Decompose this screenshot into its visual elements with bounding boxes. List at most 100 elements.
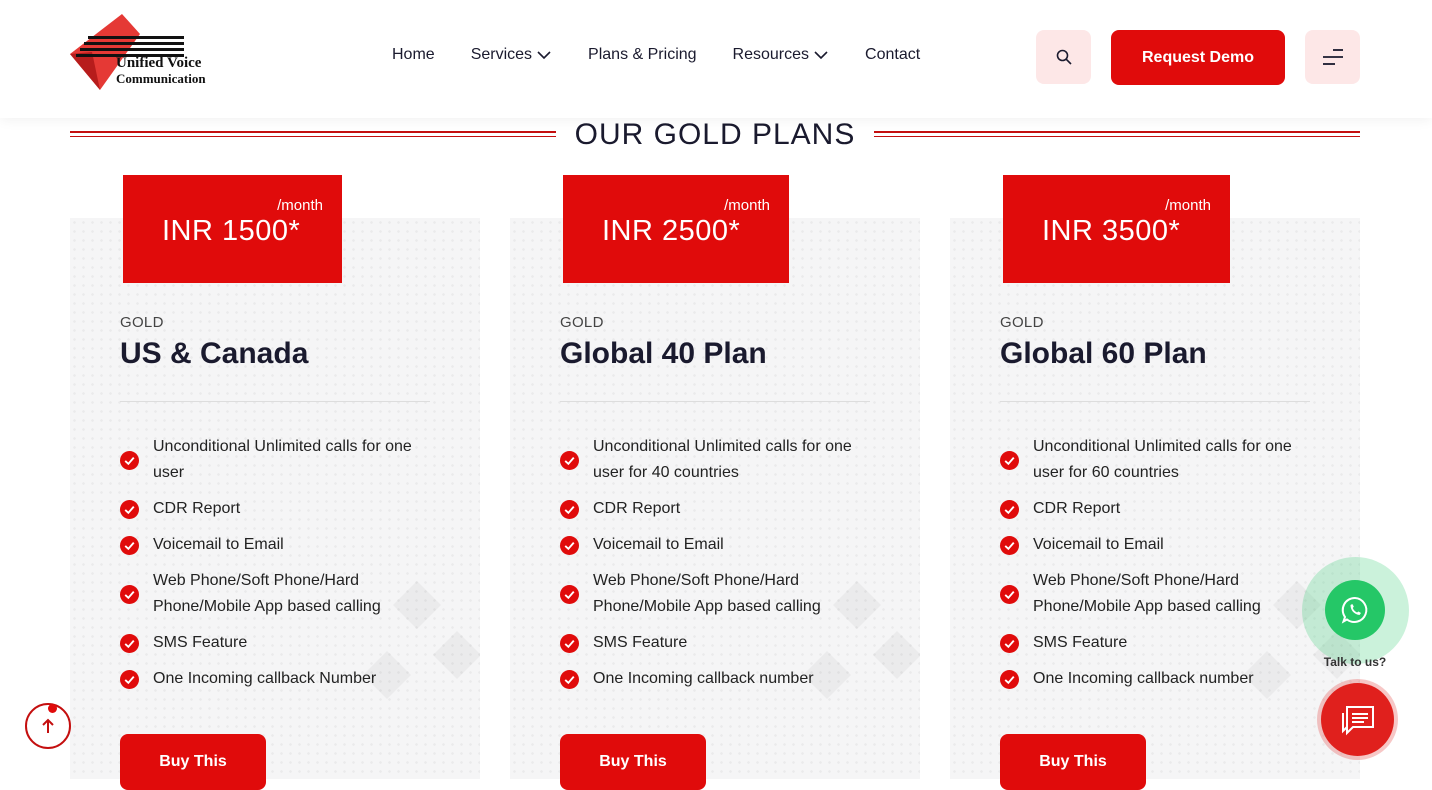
feature-text: Unconditional Unlimited calls for one us… xyxy=(153,438,412,481)
price-period: /month xyxy=(1165,197,1211,214)
nav-label: Home xyxy=(392,46,435,63)
feature-text: SMS Feature xyxy=(1033,634,1128,651)
plan-name: US & Canada xyxy=(120,337,309,370)
feature-item: Voicemail to Email xyxy=(1000,532,1320,558)
price-box: /month INR 1500* xyxy=(123,175,342,283)
chat-button[interactable] xyxy=(1321,683,1394,756)
feature-text: Web Phone/Soft Phone/Hard Phone/Mobile A… xyxy=(153,572,381,615)
feature-text: One Incoming callback Number xyxy=(153,670,377,687)
plan-tier: GOLD xyxy=(560,314,604,331)
chat-icon xyxy=(1341,705,1374,735)
feature-text: Web Phone/Soft Phone/Hard Phone/Mobile A… xyxy=(1033,572,1261,615)
check-circle-icon xyxy=(560,669,579,689)
feature-item: Unconditional Unlimited calls for one us… xyxy=(120,434,440,486)
menu-button[interactable] xyxy=(1305,30,1360,84)
feature-text: One Incoming callback number xyxy=(593,670,814,687)
main-nav: Home Services Plans & Pricing Resources … xyxy=(392,46,956,64)
feature-text: Voicemail to Email xyxy=(1033,536,1164,553)
feature-item: One Incoming callback Number xyxy=(120,666,440,692)
feature-item: CDR Report xyxy=(120,496,440,522)
nav-item-home[interactable]: Home xyxy=(392,46,435,64)
divider xyxy=(1000,401,1310,402)
check-circle-icon xyxy=(120,450,139,470)
section-heading: OUR GOLD PLANS xyxy=(70,114,1360,158)
section-title: OUR GOLD PLANS xyxy=(574,118,856,151)
divider xyxy=(560,401,870,402)
scroll-progress-dot xyxy=(48,704,57,713)
nav-item-contact[interactable]: Contact xyxy=(865,46,920,64)
price-period: /month xyxy=(277,197,323,214)
whatsapp-icon xyxy=(1341,596,1368,624)
feature-text: CDR Report xyxy=(1033,500,1121,517)
feature-item: One Incoming callback number xyxy=(560,666,880,692)
logo[interactable]: Unified Voice Communication xyxy=(70,12,230,92)
nav-item-resources[interactable]: Resources xyxy=(733,46,829,64)
check-circle-icon xyxy=(560,584,579,604)
site-header: Unified Voice Communication Home Service… xyxy=(0,0,1432,118)
feature-item: Unconditional Unlimited calls for one us… xyxy=(1000,434,1320,486)
feature-text: SMS Feature xyxy=(593,634,688,651)
check-circle-icon xyxy=(1000,535,1019,555)
check-circle-icon xyxy=(560,450,579,470)
plan-name: Global 60 Plan xyxy=(1000,337,1207,370)
feature-item: SMS Feature xyxy=(560,630,880,656)
feature-text: SMS Feature xyxy=(153,634,248,651)
buy-button[interactable]: Buy This xyxy=(120,734,266,790)
feature-item: One Incoming callback number xyxy=(1000,666,1320,692)
logo-line1: Unified Voice xyxy=(116,55,202,71)
check-circle-icon xyxy=(1000,633,1019,653)
price-box: /month INR 3500* xyxy=(1003,175,1230,283)
plan-tier: GOLD xyxy=(1000,314,1044,331)
feature-text: CDR Report xyxy=(593,500,681,517)
feature-text: One Incoming callback number xyxy=(1033,670,1254,687)
heading-rule-left xyxy=(70,131,556,137)
chevron-down-icon xyxy=(814,51,828,60)
nav-label: Contact xyxy=(865,46,921,63)
check-circle-icon xyxy=(1000,669,1019,689)
feature-item: Unconditional Unlimited calls for one us… xyxy=(560,434,880,486)
feature-text: CDR Report xyxy=(153,500,241,517)
nav-label: Plans & Pricing xyxy=(588,46,697,63)
feature-item: SMS Feature xyxy=(120,630,440,656)
buy-button[interactable]: Buy This xyxy=(1000,734,1146,790)
check-circle-icon xyxy=(560,535,579,555)
feature-text: Web Phone/Soft Phone/Hard Phone/Mobile A… xyxy=(593,572,821,615)
request-demo-button[interactable]: Request Demo xyxy=(1111,30,1285,85)
divider xyxy=(120,401,430,402)
nav-item-plans-pricing[interactable]: Plans & Pricing xyxy=(588,46,697,64)
check-circle-icon xyxy=(120,499,139,519)
plan-name: Global 40 Plan xyxy=(560,337,767,370)
nav-item-services[interactable]: Services xyxy=(471,46,552,64)
feature-item: Web Phone/Soft Phone/Hard Phone/Mobile A… xyxy=(560,568,880,620)
check-circle-icon xyxy=(1000,450,1019,470)
feature-item: Voicemail to Email xyxy=(120,532,440,558)
check-circle-icon xyxy=(1000,499,1019,519)
feature-item: Web Phone/Soft Phone/Hard Phone/Mobile A… xyxy=(120,568,440,620)
check-circle-icon xyxy=(120,584,139,604)
check-circle-icon xyxy=(120,669,139,689)
whatsapp-button[interactable] xyxy=(1325,580,1385,640)
feature-item: Voicemail to Email xyxy=(560,532,880,558)
search-icon xyxy=(1056,49,1072,65)
price-box: /month INR 2500* xyxy=(563,175,789,283)
arrow-up-icon xyxy=(42,718,54,733)
feature-item: SMS Feature xyxy=(1000,630,1320,656)
check-circle-icon xyxy=(120,633,139,653)
talk-to-us-label: Talk to us? xyxy=(1323,655,1387,669)
check-circle-icon xyxy=(560,633,579,653)
buy-button[interactable]: Buy This xyxy=(560,734,706,790)
price-amount: INR 1500* xyxy=(162,215,301,247)
nav-label: Services xyxy=(470,46,533,63)
feature-item: CDR Report xyxy=(1000,496,1320,522)
price-period: /month xyxy=(724,197,770,214)
price-amount: INR 3500* xyxy=(1042,215,1181,247)
heading-rule-right xyxy=(874,131,1360,137)
feature-text: Unconditional Unlimited calls for one us… xyxy=(593,438,852,481)
logo-line2: Communication xyxy=(116,71,206,86)
feature-text: Voicemail to Email xyxy=(593,536,724,553)
feature-text: Unconditional Unlimited calls for one us… xyxy=(1033,438,1292,481)
search-button[interactable] xyxy=(1036,30,1091,84)
feature-item: Web Phone/Soft Phone/Hard Phone/Mobile A… xyxy=(1000,568,1320,620)
check-circle-icon xyxy=(1000,584,1019,604)
chevron-down-icon xyxy=(537,51,551,60)
